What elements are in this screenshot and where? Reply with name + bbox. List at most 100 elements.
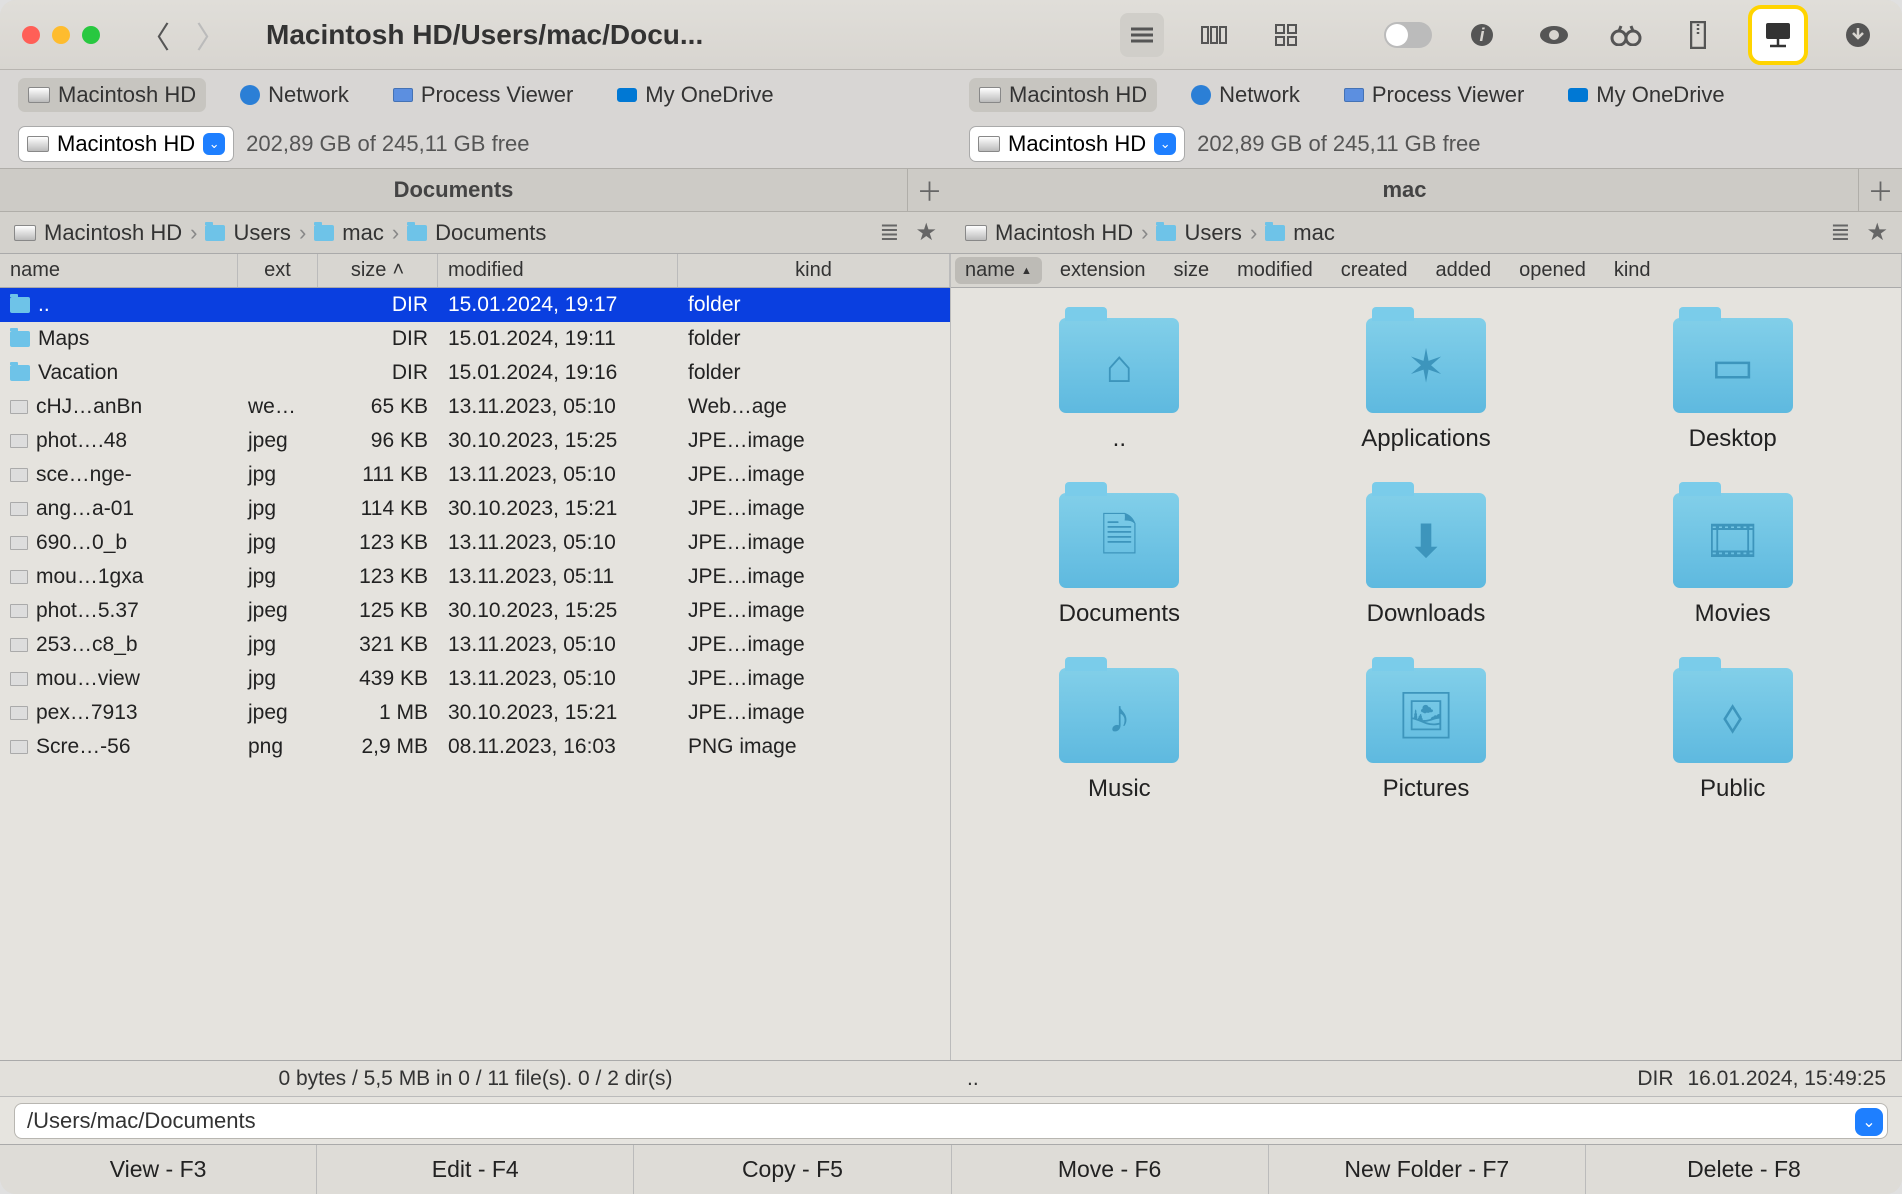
folder-item[interactable]: ⌂.. xyxy=(1059,318,1179,453)
star-icon[interactable]: ★ xyxy=(915,218,937,247)
view-list-icon[interactable] xyxy=(1120,13,1164,57)
folder-item[interactable]: 🖼Pictures xyxy=(1366,668,1486,803)
tab-right[interactable]: mac xyxy=(951,169,1858,211)
file-row[interactable]: ang…a-01jpg114 KB30.10.2023, 15:21JPE…im… xyxy=(0,492,950,526)
close-button[interactable] xyxy=(22,26,40,44)
folder-item[interactable]: ⬇Downloads xyxy=(1366,493,1486,628)
file-row[interactable]: cHJ…anBnwe…65 KB13.11.2023, 05:10Web…age xyxy=(0,390,950,424)
add-tab-right[interactable]: ＋ xyxy=(1858,169,1902,211)
fn-button[interactable]: Edit - F4 xyxy=(317,1145,634,1194)
breadcrumb-segment[interactable]: mac xyxy=(342,220,384,246)
favorite-item[interactable]: My OneDrive xyxy=(1558,78,1734,112)
col-kind[interactable]: kind xyxy=(1600,254,1665,287)
favorite-item[interactable]: Network xyxy=(230,78,359,112)
icon-view-right[interactable]: ⌂.. ✶Applications ▭Desktop 🗎Documents ⬇Downl… xyxy=(951,288,1901,1060)
col-name[interactable]: name xyxy=(0,254,238,287)
list-toggle-icon[interactable]: ≣ xyxy=(879,218,899,247)
col-kind[interactable]: kind xyxy=(678,254,950,287)
back-button[interactable]: 〈 xyxy=(140,13,170,57)
file-list-left[interactable]: ..DIR15.01.2024, 19:17folderMapsDIR15.01… xyxy=(0,288,950,1060)
file-name: sce…nge- xyxy=(36,463,132,487)
folder-item[interactable]: 🗎Documents xyxy=(1059,493,1180,628)
favorite-item[interactable]: Process Viewer xyxy=(383,78,583,112)
tab-left[interactable]: Documents xyxy=(0,169,907,211)
network-share-icon[interactable] xyxy=(1748,5,1808,65)
view-grid-icon[interactable] xyxy=(1264,13,1308,57)
hd-icon xyxy=(14,225,36,241)
binoculars-icon[interactable] xyxy=(1604,13,1648,57)
folder-item[interactable]: ♪Music xyxy=(1059,668,1179,803)
toggle-switch[interactable] xyxy=(1384,22,1432,48)
file-row[interactable]: phot….48jpeg96 KB30.10.2023, 15:25JPE…im… xyxy=(0,424,950,458)
minimize-button[interactable] xyxy=(52,26,70,44)
favorite-item[interactable]: Macintosh HD xyxy=(18,78,206,112)
add-tab-left[interactable]: ＋ xyxy=(907,169,951,211)
fn-button[interactable]: Delete - F8 xyxy=(1586,1145,1902,1194)
file-name: Vacation xyxy=(38,361,118,385)
star-icon[interactable]: ★ xyxy=(1866,218,1888,247)
col-size[interactable]: size xyxy=(1160,254,1224,287)
window-controls xyxy=(22,26,100,44)
file-row[interactable]: 253…c8_bjpg321 KB13.11.2023, 05:10JPE…im… xyxy=(0,628,950,662)
favorite-item[interactable]: My OneDrive xyxy=(607,78,783,112)
breadcrumb-segment[interactable]: Macintosh HD xyxy=(995,220,1133,246)
view-columns-icon[interactable] xyxy=(1192,13,1236,57)
file-row[interactable]: sce…nge-jpg111 KB13.11.2023, 05:10JPE…im… xyxy=(0,458,950,492)
file-icon xyxy=(10,638,28,652)
col-added[interactable]: added xyxy=(1421,254,1505,287)
file-row[interactable]: VacationDIR15.01.2024, 19:16folder xyxy=(0,356,950,390)
cell-size: DIR xyxy=(318,293,438,317)
maximize-button[interactable] xyxy=(82,26,100,44)
info-icon[interactable]: i xyxy=(1460,13,1504,57)
file-row[interactable]: Scre…-56png2,9 MB08.11.2023, 16:03PNG im… xyxy=(0,730,950,764)
col-size[interactable]: size˄ xyxy=(318,254,438,287)
folder-item[interactable]: 🎞Movies xyxy=(1673,493,1793,628)
fn-button[interactable]: New Folder - F7 xyxy=(1269,1145,1586,1194)
breadcrumb-segment[interactable]: mac xyxy=(1293,220,1335,246)
favorite-item[interactable]: Macintosh HD xyxy=(969,78,1157,112)
path-dropdown-icon[interactable]: ⌄ xyxy=(1855,1108,1883,1136)
chevron-right-icon: › xyxy=(1250,220,1257,246)
breadcrumb-segment[interactable]: Users xyxy=(233,220,290,246)
list-toggle-icon[interactable]: ≣ xyxy=(1830,218,1850,247)
cell-size: 1 MB xyxy=(318,701,438,725)
col-ext[interactable]: ext xyxy=(238,254,318,287)
path-input[interactable]: /Users/mac/Documents ⌄ xyxy=(14,1103,1888,1139)
col-modified[interactable]: modified xyxy=(438,254,678,287)
preview-icon[interactable] xyxy=(1532,13,1576,57)
file-row[interactable]: MapsDIR15.01.2024, 19:11folder xyxy=(0,322,950,356)
col-opened[interactable]: opened xyxy=(1505,254,1600,287)
forward-button[interactable]: 〉 xyxy=(196,13,226,57)
fn-button[interactable]: Copy - F5 xyxy=(634,1145,951,1194)
archive-icon[interactable] xyxy=(1676,13,1720,57)
right-panel: name▲extensionsizemodifiedcreatedaddedop… xyxy=(951,254,1902,1060)
drive-selector-right[interactable]: Macintosh HD ⌄ xyxy=(969,126,1185,162)
toolbar-icons: i xyxy=(1120,5,1880,65)
favorite-item[interactable]: Network xyxy=(1181,78,1310,112)
cell-kind: folder xyxy=(678,327,878,351)
favorite-item[interactable]: Process Viewer xyxy=(1334,78,1534,112)
breadcrumb-segment[interactable]: Macintosh HD xyxy=(44,220,182,246)
fn-button[interactable]: Move - F6 xyxy=(952,1145,1269,1194)
folder-item[interactable]: ⬨Public xyxy=(1673,668,1793,803)
fn-button[interactable]: View - F3 xyxy=(0,1145,317,1194)
file-row[interactable]: 690…0_bjpg123 KB13.11.2023, 05:10JPE…ima… xyxy=(0,526,950,560)
file-row[interactable]: pex…7913jpeg1 MB30.10.2023, 15:21JPE…ima… xyxy=(0,696,950,730)
col-extension[interactable]: extension xyxy=(1046,254,1160,287)
file-row[interactable]: mou…1gxajpg123 KB13.11.2023, 05:11JPE…im… xyxy=(0,560,950,594)
col-created[interactable]: created xyxy=(1327,254,1422,287)
breadcrumb-segment[interactable]: Users xyxy=(1184,220,1241,246)
cell-size: 114 KB xyxy=(318,497,438,521)
folder-item[interactable]: ✶Applications xyxy=(1361,318,1490,453)
drive-selector-left[interactable]: Macintosh HD ⌄ xyxy=(18,126,234,162)
col-name[interactable]: name▲ xyxy=(955,257,1042,284)
folder-item[interactable]: ▭Desktop xyxy=(1673,318,1793,453)
col-modified[interactable]: modified xyxy=(1223,254,1327,287)
file-icon xyxy=(10,604,28,618)
file-row[interactable]: phot…5.37jpeg125 KB30.10.2023, 15:25JPE…… xyxy=(0,594,950,628)
download-icon[interactable] xyxy=(1836,13,1880,57)
breadcrumb-segment[interactable]: Documents xyxy=(435,220,546,246)
file-row[interactable]: mou…viewjpg439 KB13.11.2023, 05:10JPE…im… xyxy=(0,662,950,696)
file-row[interactable]: ..DIR15.01.2024, 19:17folder xyxy=(0,288,950,322)
cell-modified: 13.11.2023, 05:10 xyxy=(438,667,678,691)
